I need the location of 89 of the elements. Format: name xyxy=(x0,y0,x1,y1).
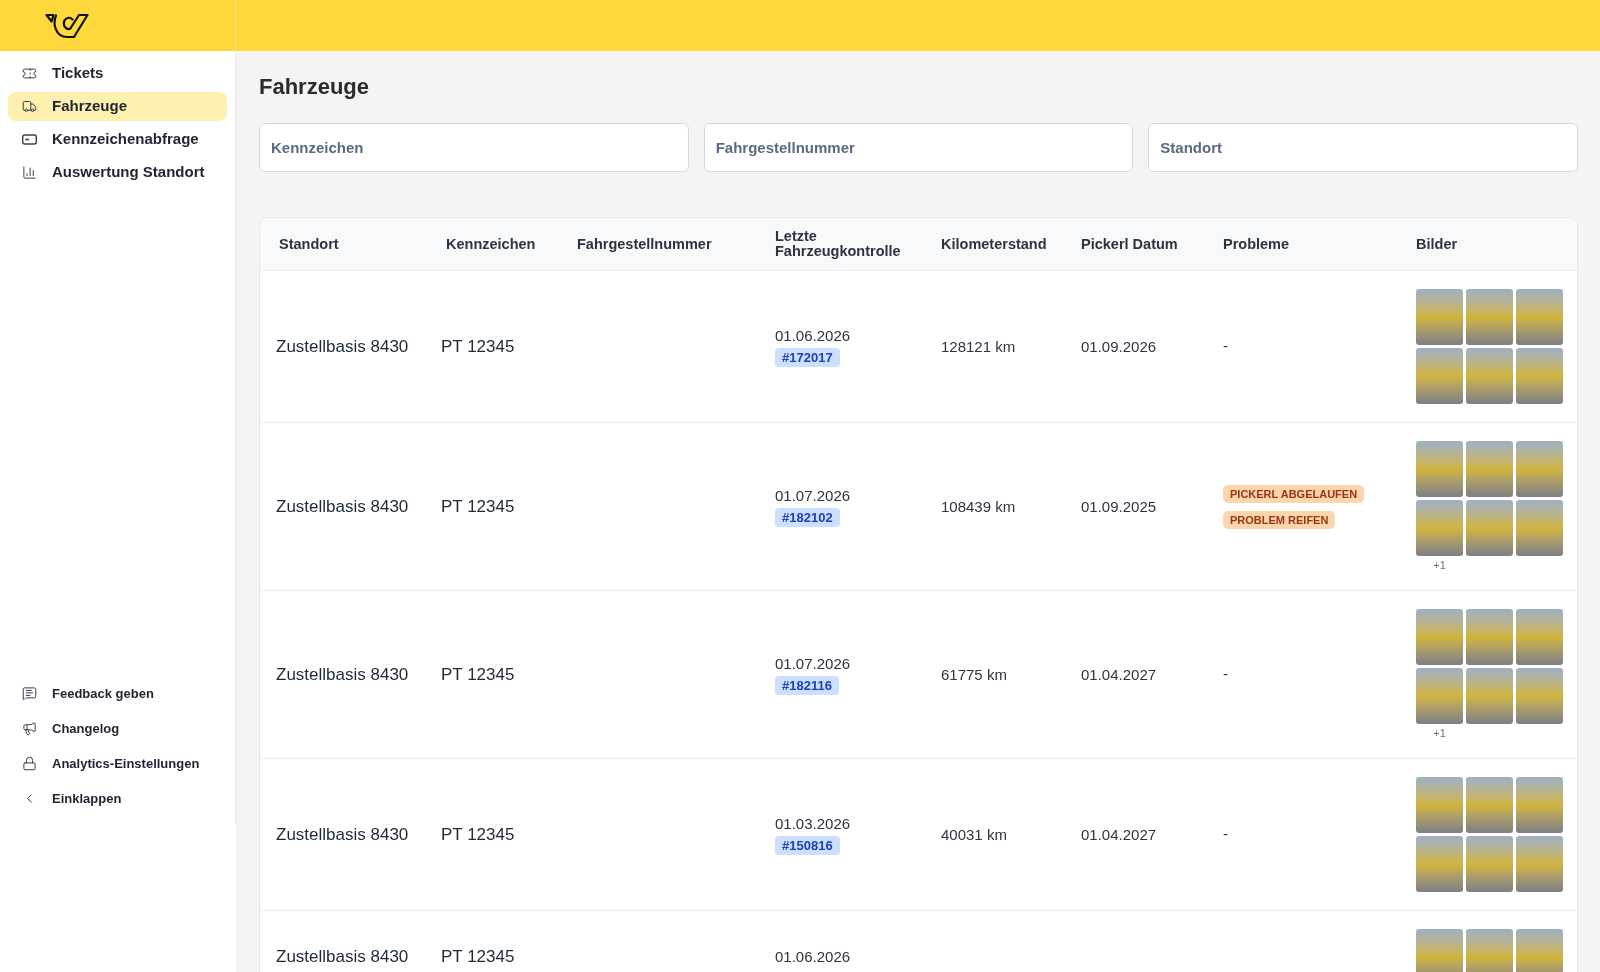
table-cell: 01.04.2027 xyxy=(1081,665,1157,683)
filter-field[interactable]: Fahrgestellnummer xyxy=(703,123,1134,172)
photo-placeholder[interactable] xyxy=(1466,441,1513,497)
logo-icon xyxy=(45,12,89,39)
ticket-icon xyxy=(22,66,37,81)
table-cell: 01.04.2027 xyxy=(1081,825,1157,843)
photo-placeholder[interactable] xyxy=(1516,668,1563,724)
ticket-tag[interactable]: #172017 xyxy=(775,348,840,367)
megaphone-icon xyxy=(22,721,37,736)
ticket-tag[interactable]: #150816 xyxy=(775,836,840,855)
table-cell: Zustellbasis 8430 xyxy=(276,947,409,967)
photo-placeholder[interactable] xyxy=(1416,289,1463,345)
photo-placeholder[interactable] xyxy=(1416,668,1463,724)
table-cell: 01.09.2025 xyxy=(1081,497,1157,515)
table-cell: 01.03.2026 xyxy=(775,814,851,834)
more-photos-count: +1 xyxy=(1433,726,1446,740)
bar-chart-icon xyxy=(22,165,37,180)
photo-placeholder[interactable] xyxy=(1516,348,1563,404)
table-cell: Zustellbasis 8430 xyxy=(276,824,409,844)
photo-placeholder[interactable] xyxy=(1416,500,1463,556)
photo-placeholder[interactable] xyxy=(1416,929,1463,972)
photo-placeholder[interactable] xyxy=(1466,777,1513,833)
photo-placeholder[interactable] xyxy=(1416,609,1463,665)
photo-placeholder[interactable] xyxy=(1516,441,1563,497)
column-header: Kennzeichen xyxy=(446,236,537,252)
table-cell-text: - xyxy=(1223,824,1229,845)
table-cell: Zustellbasis 8430 xyxy=(276,664,409,684)
page-title: Fahrzeuge xyxy=(259,73,370,101)
photo-placeholder[interactable] xyxy=(1466,609,1513,665)
column-header: Probleme xyxy=(1223,236,1291,252)
photo-placeholder[interactable] xyxy=(1466,289,1513,345)
photo-placeholder[interactable] xyxy=(1416,777,1463,833)
column-header: Letzte Fahrzeugkontrolle xyxy=(775,229,902,259)
photo-placeholder[interactable] xyxy=(1516,609,1563,665)
photo-placeholder[interactable] xyxy=(1516,289,1563,345)
sidebar-link[interactable]: Feedback geben xyxy=(8,676,227,711)
table-cell-text: - xyxy=(1223,336,1229,357)
photo-placeholder[interactable] xyxy=(1516,929,1563,972)
photo-placeholder[interactable] xyxy=(1516,777,1563,833)
photo-placeholder[interactable] xyxy=(1416,348,1463,404)
table-cell: 61775 km xyxy=(941,665,1007,683)
filter-field[interactable]: Standort xyxy=(1148,123,1578,172)
column-header: Standort xyxy=(279,236,340,252)
sidebar-item[interactable]: Kennzeichenabfrage xyxy=(8,125,227,154)
photo-placeholder[interactable] xyxy=(1466,500,1513,556)
filter-field[interactable]: Kennzeichen xyxy=(259,123,689,172)
table-cell: 01.09.2026 xyxy=(1081,337,1157,355)
photo-placeholder[interactable] xyxy=(1466,348,1513,404)
sidebar-link[interactable]: Einklappen xyxy=(8,781,227,816)
table-cell: 40031 km xyxy=(941,825,1007,843)
license-plate-icon xyxy=(22,132,37,147)
table-cell: 128121 km xyxy=(941,337,1016,355)
sidebar-item[interactable]: Auswertung Standort xyxy=(8,158,227,187)
ticket-tag[interactable]: #182116 xyxy=(775,676,839,695)
table-cell: 01.06.2026 xyxy=(775,947,851,967)
problem-badge: PICKERL ABGELAUFEN xyxy=(1223,484,1365,503)
table-cell: PT 12345 xyxy=(441,947,515,967)
column-header: Pickerl Datum xyxy=(1081,236,1179,252)
table-cell-text: - xyxy=(1223,664,1229,685)
column-header: Kilometerstand xyxy=(941,236,1048,252)
table-cell: PT 12345 xyxy=(441,336,515,356)
sidebar-item[interactable]: Tickets xyxy=(8,59,227,88)
sidebar-link[interactable]: Analytics-Einstellungen xyxy=(8,746,227,781)
problem-badge: PROBLEM REIFEN xyxy=(1223,510,1336,529)
sidebar-item[interactable]: Fahrzeuge xyxy=(8,92,227,121)
more-photos-count: +1 xyxy=(1433,558,1446,572)
photo-placeholder[interactable] xyxy=(1466,836,1513,892)
table-cell: PT 12345 xyxy=(441,824,515,844)
sidebar-link[interactable]: Changelog xyxy=(8,711,227,746)
truck-icon xyxy=(22,99,37,114)
table-cell: PT 12345 xyxy=(441,496,515,516)
photo-placeholder[interactable] xyxy=(1516,500,1563,556)
table-cell: PT 12345 xyxy=(441,664,515,684)
column-header: Fahrgestellnummer xyxy=(577,236,713,252)
lock-icon xyxy=(22,756,37,771)
photo-placeholder[interactable] xyxy=(1416,836,1463,892)
message-icon xyxy=(22,686,37,701)
photo-placeholder[interactable] xyxy=(1466,668,1513,724)
table-cell: Zustellbasis 8430 xyxy=(276,336,409,356)
photo-placeholder[interactable] xyxy=(1516,836,1563,892)
table-cell: 108439 km xyxy=(941,497,1016,515)
column-header: Bilder xyxy=(1416,236,1459,252)
photo-placeholder[interactable] xyxy=(1466,929,1513,972)
table-cell: 01.06.2026 xyxy=(775,326,851,346)
table-cell: 01.07.2026 xyxy=(775,654,851,674)
ticket-tag[interactable]: #182102 xyxy=(775,508,840,527)
photo-placeholder[interactable] xyxy=(1416,441,1463,497)
table-cell: 01.07.2026 xyxy=(775,486,851,506)
table-cell: Zustellbasis 8430 xyxy=(276,496,409,516)
